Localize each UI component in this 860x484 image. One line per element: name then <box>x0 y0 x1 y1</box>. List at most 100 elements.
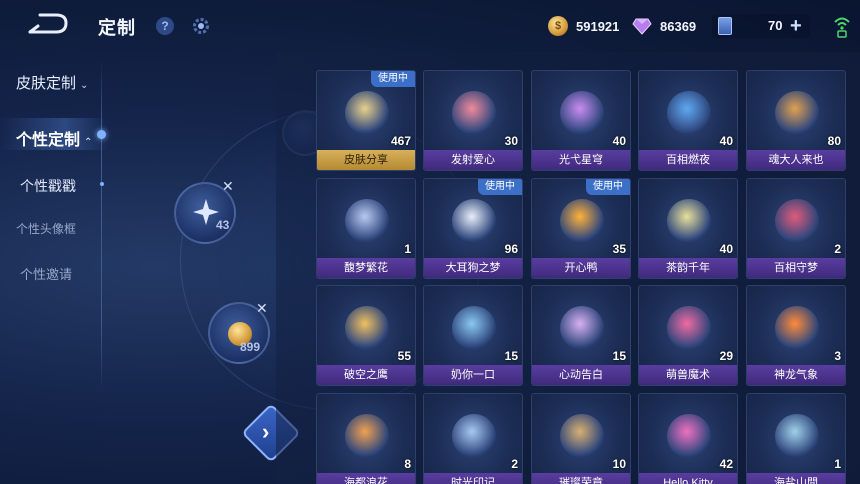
add-ticket-button[interactable]: + <box>790 15 802 38</box>
item-card[interactable]: 2 时光印记 <box>423 393 523 484</box>
gold-amount: 591921 <box>576 18 620 34</box>
chevron-down-icon: ⌄ <box>80 80 89 91</box>
sidebar-item-personal-custom[interactable]: 个性定制 ⌃ <box>16 126 92 150</box>
slot-count: 43 <box>216 218 230 232</box>
page-title: 定制 <box>98 18 136 38</box>
sidebar-item-avatar-frame[interactable]: 个性头像框 <box>16 220 76 237</box>
item-card[interactable]: 1 馥梦繁花 <box>316 178 416 279</box>
item-card[interactable]: 3 神龙气象 <box>746 285 846 386</box>
item-card[interactable]: 10 璀璨荣章 <box>531 393 631 484</box>
item-card[interactable]: 467 皮肤分享 使用中 <box>316 70 416 171</box>
ticket-counter: 70 + <box>712 14 810 38</box>
item-emblem-icon <box>667 199 711 243</box>
arrow-right-icon: › <box>262 419 270 444</box>
sidebar: 皮肤定制 ⌄ 个性定制 ⌃ 个性戳戳 个性头像框 个性邀请 <box>0 60 110 480</box>
item-name: 发射爱心 <box>424 150 522 170</box>
item-card[interactable]: 40 光弋星穹 <box>531 70 631 171</box>
item-count: 2 <box>511 457 518 471</box>
item-card[interactable]: 30 发射爱心 <box>423 70 523 171</box>
sidebar-item-label: 个性定制 <box>16 132 81 149</box>
item-name: 神龙气象 <box>747 365 845 385</box>
item-card[interactable]: 29 萌兽魔术 <box>638 285 738 386</box>
item-card[interactable]: 42 Hello Kitty <box>638 393 738 484</box>
item-emblem-icon <box>560 91 604 135</box>
item-count: 15 <box>612 349 626 363</box>
top-bar: 定制 ? $ 591921 86369 70 + <box>0 0 860 52</box>
item-emblem-icon <box>775 414 819 458</box>
item-emblem-icon <box>560 199 604 243</box>
item-name: 破空之鹰 <box>317 365 415 385</box>
back-arrow-icon[interactable] <box>26 12 72 38</box>
item-count: 1 <box>834 457 841 471</box>
item-card[interactable]: 40 茶韵千年 <box>638 178 738 279</box>
item-count: 15 <box>504 349 518 363</box>
gold-coin-icon: $ <box>548 16 568 36</box>
selected-sub-dot <box>100 182 104 186</box>
ticket-amount: 70 <box>768 18 783 33</box>
item-emblem-icon <box>667 306 711 350</box>
item-count: 1 <box>404 242 411 256</box>
item-count: 35 <box>612 242 626 256</box>
remove-slot-icon[interactable]: ✕ <box>256 300 268 317</box>
item-count: 40 <box>612 134 626 148</box>
item-card[interactable]: 8 海都浪花 <box>316 393 416 484</box>
item-count: 3 <box>834 349 841 363</box>
gem-amount: 86369 <box>660 18 697 34</box>
chevron-up-icon: ⌃ <box>84 137 93 148</box>
item-name: 海盐山間 <box>747 473 845 484</box>
gem-currency: 86369 <box>632 14 696 38</box>
wifi-signal-icon <box>834 17 850 38</box>
item-card[interactable]: 35 开心鸭 使用中 <box>531 178 631 279</box>
item-emblem-icon <box>345 199 389 243</box>
sidebar-item-poke[interactable]: 个性戳戳 <box>20 176 76 196</box>
item-count: 80 <box>827 134 841 148</box>
item-emblem-icon <box>560 414 604 458</box>
remove-slot-icon[interactable]: ✕ <box>222 178 234 195</box>
slot-count: 899 <box>240 340 261 354</box>
item-card[interactable]: 2 百相守梦 <box>746 178 846 279</box>
item-emblem-icon <box>560 306 604 350</box>
item-name: 心动告白 <box>532 365 630 385</box>
item-count: 467 <box>390 134 411 148</box>
item-name: 奶你一口 <box>424 365 522 385</box>
item-name: 馥梦繁花 <box>317 258 415 278</box>
item-emblem-icon <box>345 414 389 458</box>
in-use-badge: 使用中 <box>478 179 522 195</box>
item-name: 百相燃夜 <box>639 150 737 170</box>
item-emblem-icon <box>667 91 711 135</box>
gear-icon[interactable] <box>192 17 210 35</box>
item-name: Hello Kitty <box>639 473 737 484</box>
item-name: 光弋星穹 <box>532 150 630 170</box>
item-count: 96 <box>504 242 518 256</box>
help-icon[interactable]: ? <box>156 17 174 35</box>
item-count: 30 <box>504 134 518 148</box>
in-use-badge: 使用中 <box>371 71 415 87</box>
item-card[interactable]: 15 心动告白 <box>531 285 631 386</box>
item-card[interactable]: 1 海盐山間 <box>746 393 846 484</box>
item-count: 40 <box>719 242 733 256</box>
item-count: 40 <box>719 134 733 148</box>
item-name: 海都浪花 <box>317 473 415 484</box>
item-name: 璀璨荣章 <box>532 473 630 484</box>
item-name: 开心鸭 <box>532 258 630 278</box>
item-emblem-icon <box>775 199 819 243</box>
item-card[interactable]: 55 破空之鹰 <box>316 285 416 386</box>
item-name: 皮肤分享 <box>317 150 415 170</box>
item-emblem-icon <box>452 199 496 243</box>
item-name: 魂大人来也 <box>747 150 845 170</box>
sidebar-item-invite[interactable]: 个性邀请 <box>20 264 72 283</box>
item-card[interactable]: 96 大耳狗之梦 使用中 <box>423 178 523 279</box>
gold-currency: $ 591921 <box>548 14 619 38</box>
item-count: 55 <box>397 349 411 363</box>
item-emblem-icon <box>667 414 711 458</box>
item-emblem-icon <box>775 91 819 135</box>
item-name: 茶韵千年 <box>639 258 737 278</box>
item-name: 大耳狗之梦 <box>424 258 522 278</box>
item-emblem-icon <box>775 306 819 350</box>
item-card[interactable]: 80 魂大人来也 <box>746 70 846 171</box>
item-count: 8 <box>404 457 411 471</box>
sidebar-item-skin-custom[interactable]: 皮肤定制 ⌄ <box>16 72 88 93</box>
item-card[interactable]: 40 百相燃夜 <box>638 70 738 171</box>
item-card[interactable]: 15 奶你一口 <box>423 285 523 386</box>
item-name: 萌兽魔术 <box>639 365 737 385</box>
